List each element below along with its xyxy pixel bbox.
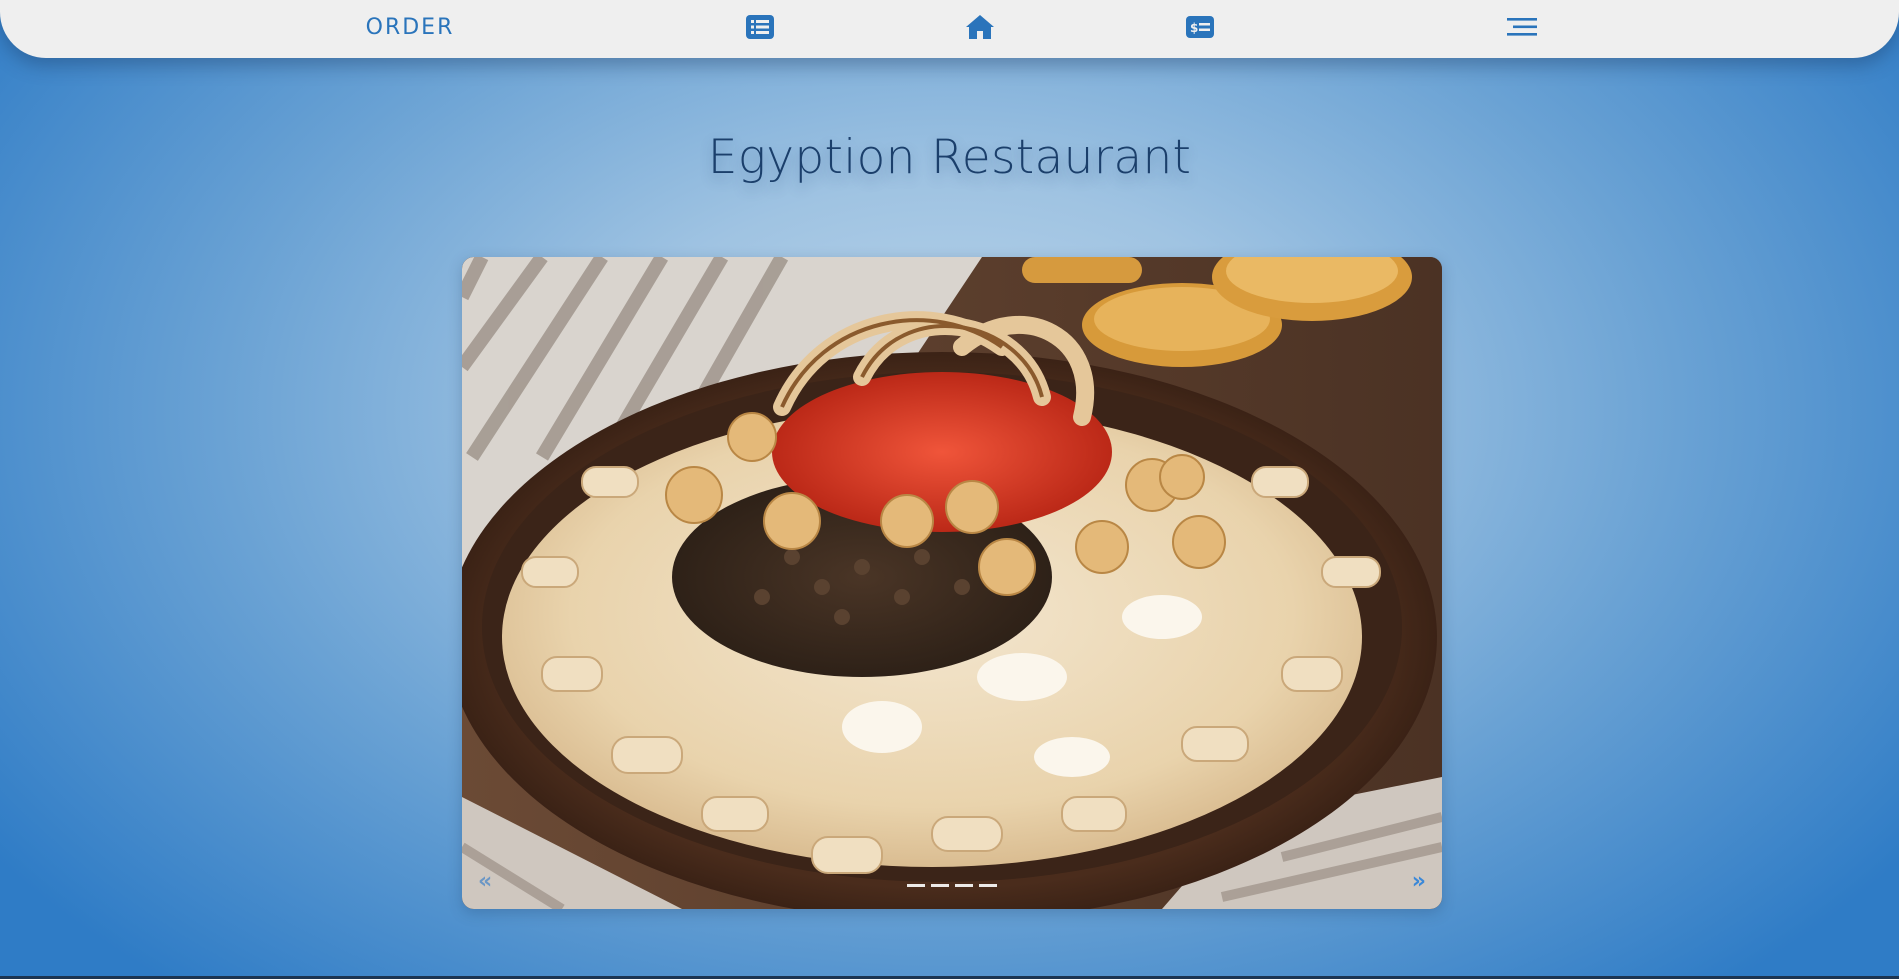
carousel-next-button[interactable]: »: [1412, 871, 1426, 893]
bill-icon: $: [1186, 16, 1214, 38]
nav-home-link[interactable]: [960, 0, 1000, 54]
svg-text:$: $: [1190, 21, 1198, 35]
carousel-indicators: [462, 884, 1442, 887]
nav-order-link[interactable]: ORDER: [360, 0, 460, 54]
image-carousel: « »: [462, 257, 1442, 909]
carousel-indicator[interactable]: [907, 884, 925, 887]
menu-icon: [1507, 16, 1537, 38]
nav-bill-link[interactable]: $: [1180, 0, 1220, 54]
carousel-indicator[interactable]: [979, 884, 997, 887]
nav-menu-list-link[interactable]: [740, 0, 780, 54]
top-navbar: ORDER $: [0, 0, 1899, 58]
page-title: Egyption Restaurant: [707, 130, 1192, 185]
list-icon: [746, 15, 774, 39]
carousel-prev-button[interactable]: «: [478, 871, 492, 893]
carousel-indicator[interactable]: [931, 884, 949, 887]
koshari-dish-image: [462, 257, 1442, 909]
carousel-indicator[interactable]: [955, 884, 973, 887]
nav-hamburger-button[interactable]: [1502, 0, 1542, 54]
home-icon: [965, 14, 995, 40]
